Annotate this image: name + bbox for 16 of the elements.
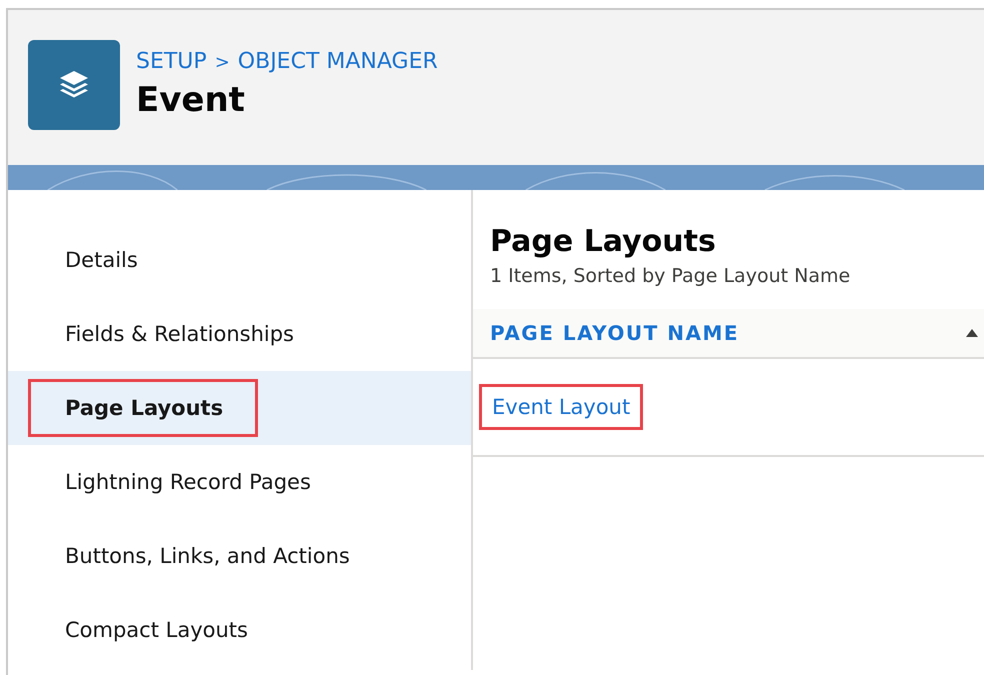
breadcrumb-link[interactable]: OBJECT MANAGER — [238, 49, 438, 74]
sidebar-item[interactable]: Compact Layouts — [8, 593, 471, 667]
sidebar-item[interactable]: Details — [8, 223, 471, 297]
object-title: Event — [136, 80, 246, 120]
sidebar-item[interactable]: Buttons, Links, and Actions — [8, 519, 471, 593]
section-subtitle: 1 Items, Sorted by Page Layout Name — [489, 264, 852, 287]
breadcrumb-separator: > — [214, 52, 230, 73]
breadcrumb-link[interactable]: SETUP — [136, 49, 207, 74]
sort-ascending-icon[interactable] — [966, 329, 978, 337]
sidebar-item[interactable]: Page Layouts — [8, 371, 471, 445]
layout-link[interactable]: Event Layout — [479, 384, 644, 430]
sidebar-item[interactable]: Lightning Record Pages — [8, 445, 471, 519]
layers-icon — [28, 40, 120, 130]
section-title: Page Layouts — [489, 223, 717, 259]
column-header[interactable]: PAGE LAYOUT NAME — [473, 309, 984, 357]
sidebar-item[interactable]: Fields & Relationships — [8, 297, 471, 371]
